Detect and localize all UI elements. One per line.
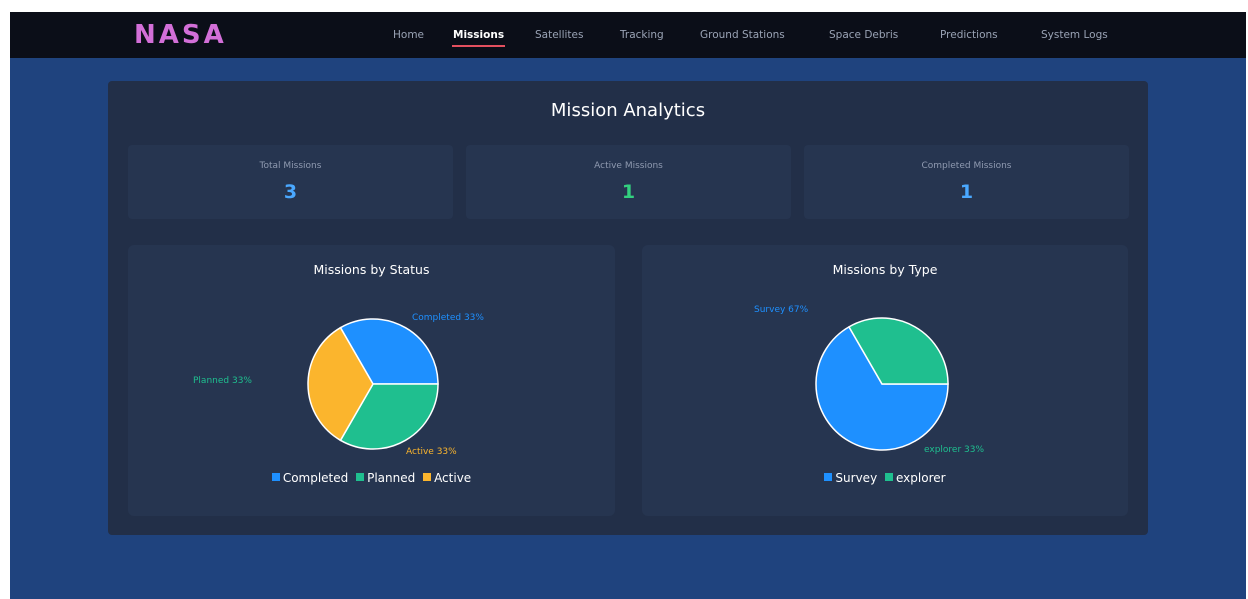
legend-type: Survey explorer: [642, 471, 1128, 485]
legend-item-planned[interactable]: Planned: [356, 471, 415, 485]
stat-value-active: 1: [621, 181, 636, 203]
nav-system-logs[interactable]: System Logs: [1041, 29, 1108, 41]
nav-missions[interactable]: Missions: [452, 29, 506, 47]
app-frame: NASA Home Missions Satellites Tracking G…: [10, 12, 1246, 599]
stat-card-active: Active Missions 1: [466, 145, 791, 219]
slice-label-explorer: explorer 33%: [924, 445, 984, 455]
page-title: Mission Analytics: [550, 100, 706, 121]
legend-label-active: Active: [434, 471, 472, 485]
mission-analytics-panel: Mission Analytics Total Missions 3 Activ…: [108, 81, 1148, 535]
legend-swatch-planned: [356, 473, 365, 481]
stat-card-total: Total Missions 3: [128, 145, 453, 219]
nav-home[interactable]: Home: [393, 29, 424, 41]
slice-label-completed: Completed 33%: [412, 313, 484, 323]
stat-label-active: Active Missions: [594, 161, 663, 171]
legend-swatch-completed: [271, 473, 280, 481]
chart-card-status: Missions by Status Completed 33% Planned …: [128, 245, 615, 516]
stat-card-completed: Completed Missions 1: [804, 145, 1129, 219]
nasa-logo[interactable]: NASA: [134, 20, 227, 50]
legend-status: Completed Planned Active: [128, 471, 615, 485]
legend-label-completed: Completed: [282, 471, 349, 485]
legend-swatch-active: [423, 473, 432, 481]
nav-space-debris[interactable]: Space Debris: [829, 29, 898, 41]
legend-label-planned: Planned: [367, 471, 416, 485]
top-navbar: NASA Home Missions Satellites Tracking G…: [10, 12, 1246, 58]
slice-label-active: Active 33%: [406, 447, 457, 457]
legend-label-explorer: explorer: [896, 471, 946, 485]
nav-predictions[interactable]: Predictions: [940, 29, 998, 41]
stat-label-completed: Completed Missions: [921, 161, 1012, 171]
stat-value-completed: 1: [959, 181, 974, 203]
nav-missions-label: Missions: [453, 29, 505, 41]
legend-swatch-survey: [824, 473, 833, 481]
stat-label-total: Total Missions: [259, 161, 322, 171]
legend-swatch-explorer: [885, 473, 893, 481]
nav-tracking[interactable]: Tracking: [620, 29, 664, 41]
chart-card-type: Missions by Type Survey 67% explorer 33% …: [642, 245, 1128, 516]
slice-label-planned: Planned 33%: [193, 376, 252, 386]
stat-value-total: 3: [283, 181, 298, 203]
active-nav-indicator: [452, 45, 506, 47]
legend-item-active[interactable]: Active: [423, 471, 471, 485]
legend-item-survey[interactable]: Survey: [824, 471, 877, 485]
legend-label-survey: Survey: [835, 471, 878, 485]
legend-item-completed[interactable]: Completed: [271, 471, 349, 485]
nav-satellites[interactable]: Satellites: [535, 29, 583, 41]
nav-ground-stations[interactable]: Ground Stations: [700, 29, 785, 41]
slice-label-survey: Survey 67%: [754, 305, 809, 315]
legend-item-explorer[interactable]: explorer: [885, 471, 946, 485]
